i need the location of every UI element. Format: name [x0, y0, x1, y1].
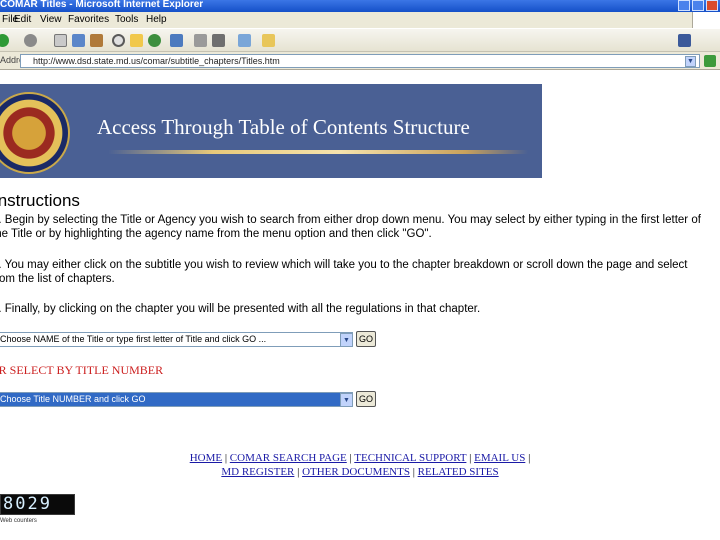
- print-icon[interactable]: [212, 34, 225, 47]
- address-bar: Address http://www.dsd.state.md.us/comar…: [0, 52, 720, 70]
- menu-tools[interactable]: Tools: [115, 12, 138, 28]
- menu-help[interactable]: Help: [146, 12, 167, 28]
- maximize-icon[interactable]: [692, 0, 704, 11]
- footer-links-row-1: HOME | COMAR SEARCH PAGE | TECHNICAL SUP…: [189, 452, 531, 464]
- hit-counter: 8029: [0, 494, 75, 515]
- instruction-step-3: 3. Finally, by clicking on the chapter y…: [0, 303, 481, 315]
- title-name-select-value: Choose NAME of the Title or type first l…: [0, 334, 267, 344]
- menu-edit[interactable]: Edit: [14, 12, 31, 28]
- window-controls: [678, 0, 718, 11]
- stop-icon[interactable]: [54, 34, 67, 47]
- mail-icon[interactable]: [194, 34, 207, 47]
- title-number-select[interactable]: Choose Title NUMBER and click GO ▼: [0, 392, 353, 407]
- edit-icon[interactable]: [238, 34, 251, 47]
- close-icon[interactable]: [706, 0, 718, 11]
- history-icon[interactable]: [170, 34, 183, 47]
- menu-view[interactable]: View: [40, 12, 62, 28]
- header-banner: Access Through Table of Contents Structu…: [0, 84, 542, 178]
- state-seal-icon: [0, 92, 70, 174]
- address-url: http://www.dsd.state.md.us/comar/subtitl…: [33, 56, 280, 66]
- favorites-icon[interactable]: [130, 34, 143, 47]
- address-input[interactable]: http://www.dsd.state.md.us/comar/subtitl…: [20, 54, 700, 68]
- footer-links-row-2: MD REGISTER | OTHER DOCUMENTS | RELATED …: [221, 466, 499, 478]
- banner-divider: [108, 150, 528, 154]
- instructions-heading: Instructions: [0, 191, 80, 210]
- related-sites-link[interactable]: RELATED SITES: [418, 466, 499, 478]
- chevron-down-icon[interactable]: ▼: [340, 393, 352, 406]
- refresh-icon[interactable]: [72, 34, 85, 47]
- go-button-number[interactable]: GO: [356, 391, 376, 407]
- minimize-icon[interactable]: [678, 0, 690, 11]
- email-us-link[interactable]: EMAIL US: [474, 452, 525, 464]
- instruction-step-1: 1. Begin by selecting the Title or Agenc…: [0, 214, 701, 240]
- windows-logo-icon: [692, 12, 720, 28]
- toolbar: [0, 28, 720, 52]
- window-title: COMAR Titles - Microsoft Internet Explor…: [0, 0, 204, 10]
- comar-search-link[interactable]: COMAR SEARCH PAGE: [230, 452, 347, 464]
- title-number-label: OR SELECT BY TITLE NUMBER: [0, 363, 164, 377]
- messenger-icon[interactable]: [678, 34, 691, 47]
- media-icon[interactable]: [148, 34, 161, 47]
- chevron-down-icon[interactable]: ▼: [340, 333, 352, 346]
- go-arrow-icon[interactable]: [704, 55, 716, 67]
- home-link[interactable]: HOME: [190, 452, 222, 464]
- other-documents-link[interactable]: OTHER DOCUMENTS: [302, 466, 410, 478]
- instruction-step-2: 2. You may either click on the subtitle …: [0, 259, 688, 285]
- discuss-icon[interactable]: [262, 34, 275, 47]
- menu-bar: File Edit View Favorites Tools Help: [0, 12, 720, 28]
- banner-title: Access Through Table of Contents Structu…: [97, 115, 470, 139]
- back-icon[interactable]: [0, 34, 9, 47]
- title-name-select[interactable]: Choose NAME of the Title or type first l…: [0, 332, 353, 347]
- md-register-link[interactable]: MD REGISTER: [221, 466, 294, 478]
- title-number-select-value: Choose Title NUMBER and click GO: [0, 394, 146, 404]
- technical-support-link[interactable]: TECHNICAL SUPPORT: [354, 452, 466, 464]
- home-icon[interactable]: [90, 34, 103, 47]
- search-icon[interactable]: [112, 34, 125, 47]
- forward-icon[interactable]: [24, 34, 37, 47]
- hit-counter-label[interactable]: Web counters: [0, 518, 37, 524]
- window-title-bar: COMAR Titles - Microsoft Internet Explor…: [0, 0, 720, 12]
- address-dropdown-icon[interactable]: ▼: [685, 56, 696, 67]
- go-button-name[interactable]: GO: [356, 331, 376, 347]
- menu-favorites[interactable]: Favorites: [68, 12, 109, 28]
